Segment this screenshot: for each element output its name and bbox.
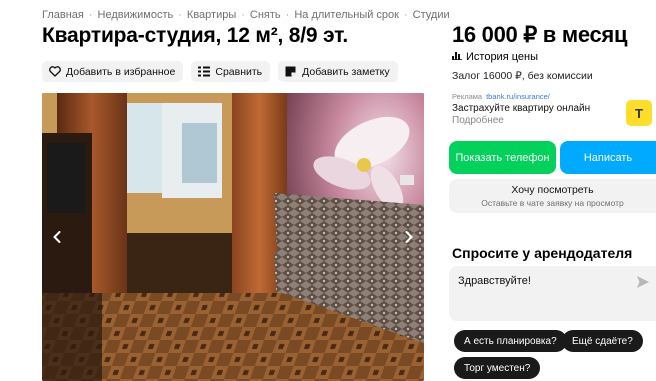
listing-title: Квартира-студия, 12 м², 8/9 эт. — [42, 24, 348, 47]
breadcrumb: Главная · Недвижимость · Квартиры · Снять · … — [42, 9, 450, 21]
note-icon — [284, 65, 297, 78]
tbank-logo[interactable]: Т — [626, 100, 652, 126]
request-viewing-subtitle: Оставьте в чате заявку на просмотр — [481, 198, 624, 208]
ad-label-row: Реклама tbank.ru/insurance/ — [452, 92, 656, 101]
send-icon[interactable] — [636, 275, 650, 289]
request-viewing-button[interactable]: Хочу посмотреть Оставьте в чате заявку н… — [449, 179, 656, 213]
breadcrumb-separator: · — [241, 9, 245, 21]
breadcrumb-item[interactable]: Недвижимость — [98, 9, 174, 21]
compare-icon — [197, 65, 210, 78]
photo-gallery[interactable] — [42, 93, 424, 381]
show-phone-button[interactable]: Показать телефон — [449, 141, 556, 174]
gallery-prev-button[interactable] — [48, 226, 66, 248]
write-message-button[interactable]: Написать — [560, 141, 656, 174]
message-input[interactable]: Здравствуйте! — [449, 266, 656, 321]
ad-label: Реклама — [452, 92, 483, 101]
add-note-label: Добавить заметку — [302, 65, 390, 78]
price: 16 000 ₽ в месяц — [452, 22, 628, 47]
quick-question-chip[interactable]: Торг уместен? — [454, 357, 541, 379]
request-viewing-title: Хочу посмотреть — [511, 184, 594, 196]
listing-actions: Добавить в избранное Сравнить Добавить з… — [42, 61, 398, 82]
breadcrumb-item[interactable]: Студии — [413, 9, 450, 21]
gallery-next-button[interactable] — [400, 226, 418, 248]
chevron-left-icon — [53, 231, 61, 243]
add-to-favorites-button[interactable]: Добавить в избранное — [42, 61, 184, 82]
ad-link[interactable]: tbank.ru/insurance/ — [486, 92, 550, 101]
breadcrumb-item[interactable]: На длительный срок — [294, 9, 399, 21]
breadcrumb-item[interactable]: Квартиры — [187, 9, 236, 21]
breadcrumb-separator: · — [178, 9, 182, 21]
breadcrumb-item[interactable]: Главная — [42, 9, 84, 21]
bar-chart-icon — [452, 50, 462, 63]
breadcrumb-item[interactable]: Снять — [250, 9, 281, 21]
breadcrumb-separator: · — [285, 9, 290, 21]
price-history-link[interactable]: История цены — [452, 50, 538, 63]
heart-icon — [48, 65, 61, 78]
breadcrumb-separator: · — [88, 9, 93, 21]
compare-button[interactable]: Сравнить — [191, 61, 271, 82]
deposit-info: Залог 16000 ₽, без комиссии — [452, 70, 593, 82]
quick-question-chip[interactable]: А есть планировка? — [454, 330, 567, 352]
compare-label: Сравнить — [215, 65, 263, 78]
message-text[interactable]: Здравствуйте! — [458, 275, 531, 287]
add-to-favorites-label: Добавить в избранное — [66, 65, 176, 78]
quick-question-chip[interactable]: Ещё сдаёте? — [562, 330, 643, 352]
listing-photo — [42, 93, 424, 381]
chevron-right-icon — [405, 231, 413, 243]
price-history-label: История цены — [466, 50, 538, 63]
breadcrumb-separator: · — [403, 9, 408, 21]
add-note-button[interactable]: Добавить заметку — [278, 61, 398, 82]
ask-landlord-title: Спросите у арендодателя — [452, 245, 633, 261]
